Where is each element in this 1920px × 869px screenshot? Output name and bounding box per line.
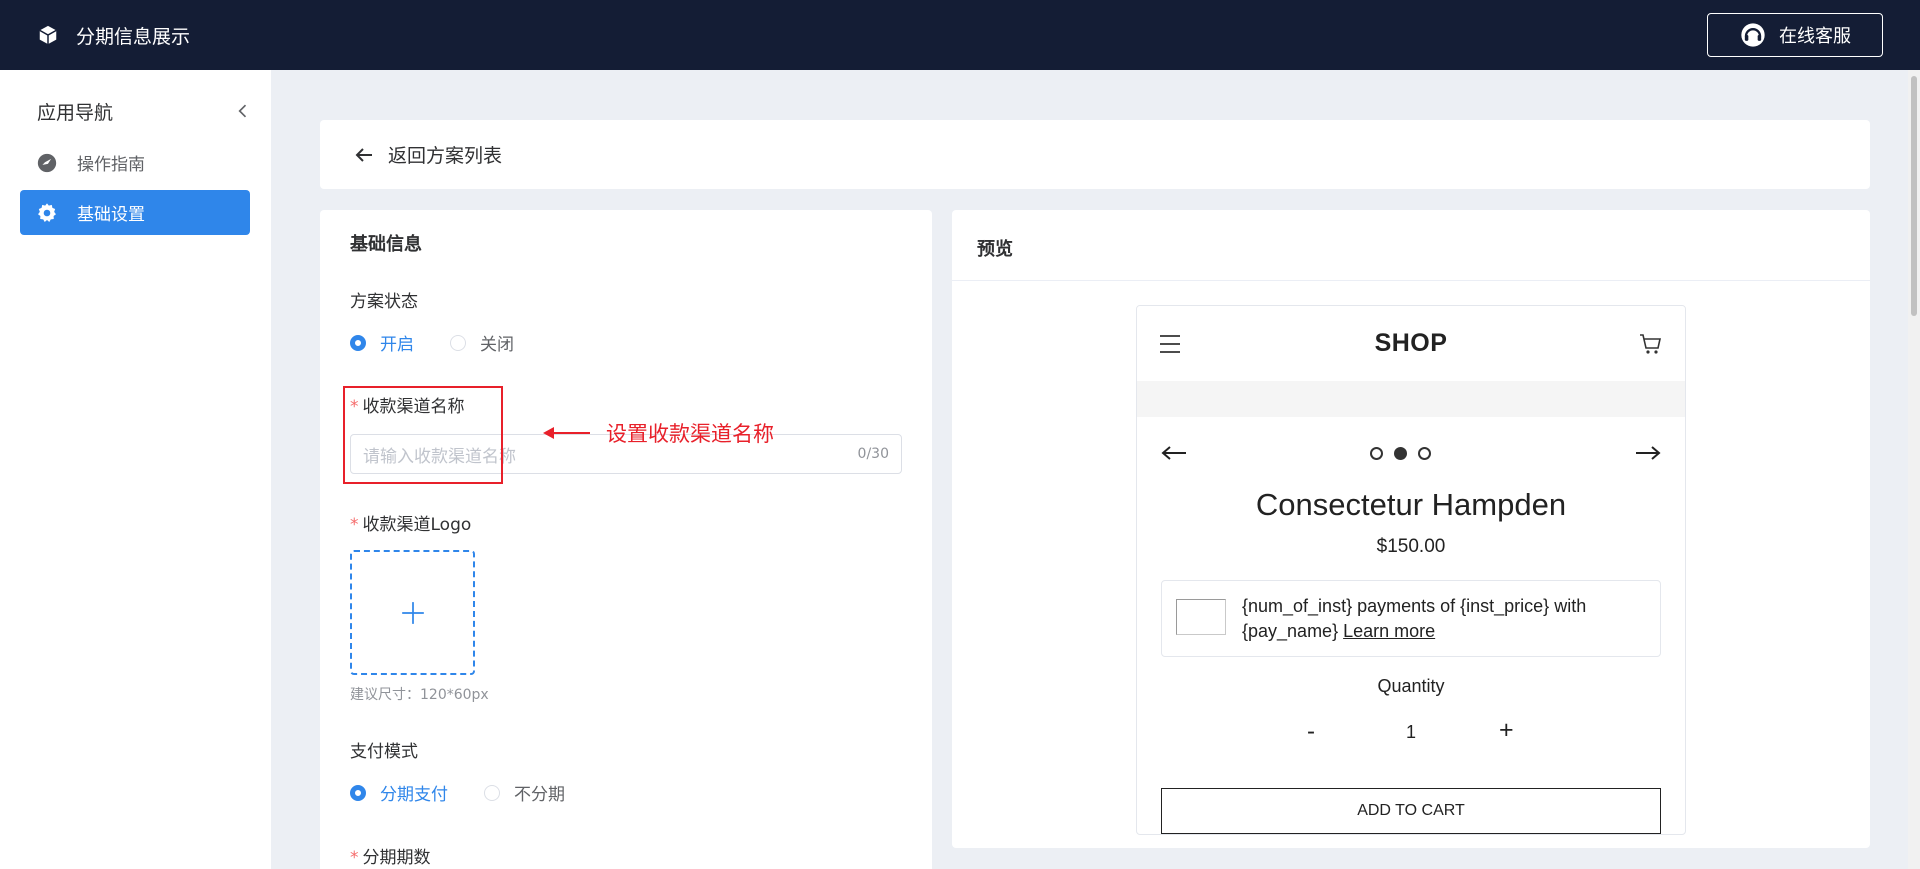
preview-card: 预览 SHOP Consectetur Hampden $150.00 {num…: [952, 210, 1870, 848]
status-on-radio[interactable]: 开启: [350, 330, 414, 355]
back-label: 返回方案列表: [388, 145, 503, 167]
required-mark: *: [350, 848, 359, 868]
divider: [952, 280, 1870, 281]
banner-strip: [1137, 381, 1685, 417]
app-title: 分期信息展示: [76, 25, 191, 48]
radio-dot: [450, 334, 466, 351]
quantity-label: Quantity: [1377, 676, 1445, 696]
carousel-dot-active[interactable]: [1394, 447, 1407, 460]
sidebar-title: 应用导航: [37, 101, 114, 124]
online-support-label: 在线客服: [1779, 26, 1851, 47]
radio-dot: [350, 784, 366, 801]
shop-preview-frame: SHOP Consectetur Hampden $150.00 {num_of…: [1136, 305, 1686, 835]
carousel-prev-icon[interactable]: [1161, 446, 1187, 460]
radio-label: 分期支付: [380, 785, 448, 805]
add-to-cart-button[interactable]: ADD TO CART: [1161, 788, 1661, 834]
back-to-list-link[interactable]: 返回方案列表: [320, 120, 1870, 189]
carousel-dot[interactable]: [1370, 447, 1383, 460]
pay-mode-installment-radio[interactable]: 分期支付: [350, 780, 448, 805]
pay-mode-full-radio[interactable]: 不分期: [484, 780, 565, 805]
online-support-button[interactable]: 在线客服: [1707, 13, 1883, 57]
channel-logo-label: * 收款渠道Logo: [350, 510, 471, 535]
status-label: 方案状态: [350, 292, 418, 312]
menu-icon[interactable]: [1159, 334, 1181, 354]
logo-size-hint: 建议尺寸：120*60px: [350, 687, 489, 703]
sidebar-item-label: 基础设置: [77, 205, 145, 225]
broken-image-icon: [1176, 599, 1226, 635]
preview-title: 预览: [977, 239, 1013, 260]
pay-mode-radio-group: 分期支付 不分期: [350, 780, 601, 805]
carousel-dots: [1370, 447, 1442, 460]
radio-label: 不分期: [514, 785, 565, 805]
radio-dot: [350, 334, 366, 351]
quantity-value[interactable]: 1: [1137, 722, 1685, 743]
radio-label: 关闭: [480, 335, 514, 355]
sidebar-item-basic-settings[interactable]: 基础设置: [20, 190, 250, 235]
radio-label: 开启: [380, 335, 414, 355]
cart-icon[interactable]: [1639, 332, 1663, 356]
annotation: 设置收款渠道名称: [542, 418, 774, 448]
logo-upload-button[interactable]: [350, 550, 475, 675]
annotation-highlight-box: [343, 386, 503, 484]
status-off-radio[interactable]: 关闭: [450, 330, 514, 355]
product-name: Consectetur Hampden: [1255, 487, 1567, 522]
quantity-increase-button[interactable]: +: [1499, 716, 1514, 745]
sidebar-header: 应用导航: [37, 96, 253, 126]
radio-dot: [484, 784, 500, 801]
headset-icon: [1741, 23, 1765, 47]
shop-header: SHOP: [1137, 306, 1685, 381]
carousel-next-icon[interactable]: [1635, 446, 1661, 460]
gear-icon: [36, 202, 58, 224]
installment-banner: {num_of_inst} payments of {inst_price} w…: [1161, 580, 1661, 657]
learn-more-link[interactable]: Learn more: [1343, 621, 1435, 641]
page-scrollbar[interactable]: [1908, 70, 1920, 869]
installments-label-text: 分期期数: [362, 848, 431, 868]
shop-title: SHOP: [1374, 329, 1448, 357]
top-bar: 分期信息展示 在线客服: [0, 0, 1920, 70]
status-radio-group: 开启 关闭: [350, 330, 550, 355]
scrollbar-thumb[interactable]: [1911, 76, 1917, 316]
plus-icon: [401, 601, 424, 624]
sidebar-item-label: 操作指南: [77, 155, 145, 175]
cube-icon: [39, 25, 57, 45]
navigation-icon: [36, 152, 58, 174]
char-count: 0/30: [857, 446, 889, 462]
installment-text: {num_of_inst} payments of {inst_price} w…: [1242, 594, 1642, 644]
red-arrow-left-icon: [543, 427, 590, 439]
annotation-text: 设置收款渠道名称: [606, 422, 774, 446]
basic-info-card: 基础信息 方案状态 开启 关闭 * 收款渠道名称 请输入收款渠道名称 0/30 *…: [320, 210, 932, 869]
installments-label: * 分期期数: [350, 843, 431, 868]
sidebar-item-guide[interactable]: 操作指南: [20, 140, 250, 185]
channel-logo-label-text: 收款渠道Logo: [362, 515, 472, 535]
product-price: $150.00: [1376, 536, 1446, 557]
sidebar: 应用导航 操作指南 基础设置: [0, 70, 271, 869]
carousel-dot[interactable]: [1418, 447, 1431, 460]
pay-mode-label: 支付模式: [350, 742, 418, 762]
chevron-left-icon[interactable]: [233, 101, 253, 121]
required-mark: *: [350, 515, 359, 535]
section-title: 基础信息: [350, 234, 422, 255]
arrow-left-icon: [355, 147, 372, 162]
